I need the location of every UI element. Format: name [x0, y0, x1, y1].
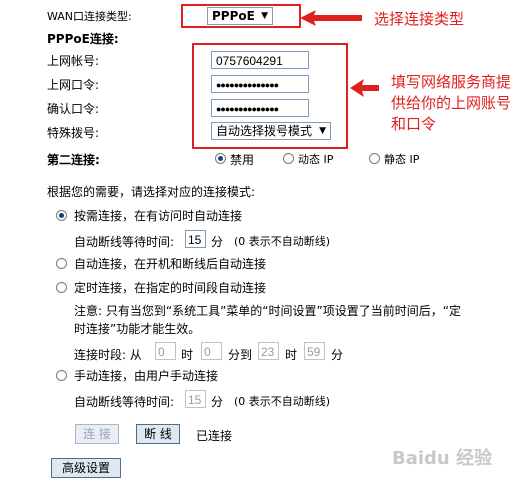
second-static-radio[interactable]: [369, 153, 380, 164]
annotation-fill-line-2: 供给你的上网账号: [391, 94, 512, 112]
type-highlight-box: [181, 4, 301, 28]
annotation-fill-line-3: 和口令: [391, 115, 437, 133]
manual-idle-input[interactable]: 15: [185, 390, 206, 408]
manual-connect-radio[interactable]: [56, 370, 67, 381]
arrow-left-icon: [350, 79, 379, 97]
idle-time-note: (0 表示不自动断线): [234, 235, 331, 248]
from-minute-input[interactable]: 0: [201, 342, 222, 360]
account-label: 上网帐号:: [47, 54, 100, 68]
timed-connect-radio[interactable]: [56, 282, 67, 293]
from-hour-input[interactable]: 0: [155, 342, 176, 360]
on-demand-label: 按需连接，在有访问时自动连接: [74, 209, 243, 223]
connection-status: 已连接: [196, 429, 233, 443]
wan-type-label: WAN口连接类型:: [47, 10, 132, 23]
idle-minute-unit: 分: [211, 235, 224, 249]
password-label: 上网口令:: [47, 78, 100, 92]
advanced-settings-button[interactable]: 高级设置: [51, 458, 121, 478]
dial-label: 特殊拨号:: [47, 126, 100, 140]
annotation-fill-line-1: 填写网络服务商提: [391, 73, 512, 91]
manual-connect-label: 手动连接，由用户手动连接: [74, 369, 219, 383]
second-disable-radio[interactable]: [215, 153, 226, 164]
manual-idle-unit: 分: [211, 395, 224, 409]
second-dynamic-radio[interactable]: [283, 153, 294, 164]
to-minute-unit: 分: [331, 348, 344, 362]
to-label: 分到: [228, 348, 253, 362]
mode-intro: 根据您的需要，请选择对应的连接模式:: [47, 185, 256, 199]
idle-time-input[interactable]: 15: [185, 230, 206, 248]
to-minute-input[interactable]: 59: [304, 342, 325, 360]
to-hour-unit: 时: [285, 348, 298, 362]
credentials-highlight-box: [192, 43, 348, 149]
second-connection-label: 第二连接:: [47, 153, 100, 167]
second-disable-label: 禁用: [230, 153, 255, 167]
disconnect-button[interactable]: 断 线: [136, 424, 180, 444]
baidu-watermark: Baidu 经验: [392, 448, 493, 469]
auto-connect-radio[interactable]: [56, 258, 67, 269]
auto-connect-label: 自动连接，在开机和断线后自动连接: [74, 257, 267, 271]
arrow-left-icon: [300, 10, 362, 26]
pppoe-header: PPPoE连接:: [47, 32, 119, 46]
manual-idle-note: (0 表示不自动断线): [234, 395, 331, 408]
period-label: 连接时段: 从: [74, 348, 142, 362]
timed-connect-label: 定时连接，在指定的时间段自动连接: [74, 281, 267, 295]
connect-button[interactable]: 连 接: [75, 424, 119, 444]
annotation-select-type: 选择连接类型: [374, 10, 465, 28]
notice-line-2: 时连接”功能才能生效。: [74, 322, 201, 336]
second-dynamic-label: 动态 IP: [298, 153, 334, 166]
from-hour-unit: 时: [181, 348, 194, 362]
manual-idle-label: 自动断线等待时间:: [74, 395, 175, 409]
notice-line-1: 注意: 只有当您到“系统工具”菜单的“时间设置”项设置了当前时间后，“定: [74, 304, 461, 318]
idle-time-label: 自动断线等待时间:: [74, 235, 175, 249]
to-hour-input[interactable]: 23: [258, 342, 279, 360]
on-demand-radio[interactable]: [56, 210, 67, 221]
second-static-label: 静态 IP: [384, 153, 420, 166]
confirm-label: 确认口令:: [47, 102, 100, 116]
